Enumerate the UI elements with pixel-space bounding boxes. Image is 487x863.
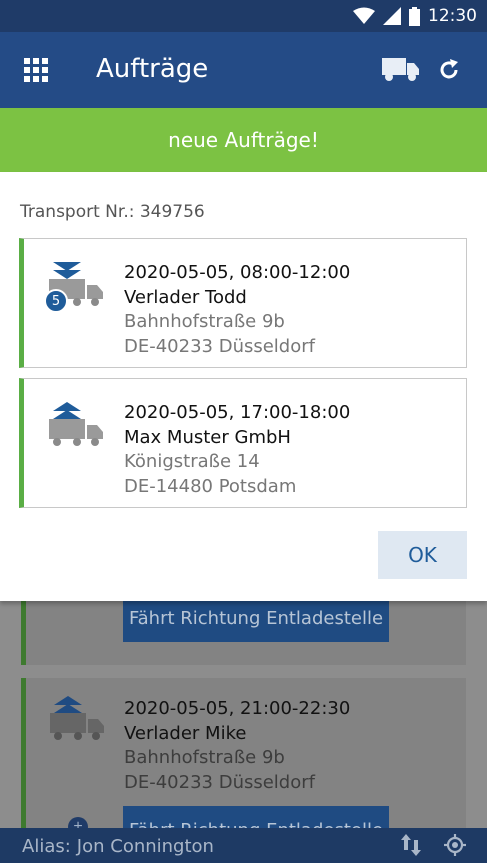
background-stop-details: 2020-05-05, 21:00-22:30 Verlader Mike Ba… [124,697,350,795]
drive-to-unload-button[interactable]: Fährt Richtung Entladestelle [123,594,389,642]
stop-street: Bahnhofstraße 9b [124,747,285,768]
loading-truck-icon [50,696,104,740]
stop-details: 2020-05-05, 17:00-18:00 Max Muster GmbH … [124,401,350,499]
footer-bar: Alias: Jon Connington [0,828,487,863]
alias-display: Alias: Jon Connington [22,836,214,857]
alias-label: Alias: [22,836,71,857]
refresh-icon[interactable] [437,58,461,82]
truck-icon[interactable] [382,58,419,82]
battery-icon [409,6,420,26]
stop-city: DE-40233 Düsseldorf [124,335,315,357]
transport-number: Transport Nr.: 349756 [20,202,205,222]
wifi-icon [353,7,375,24]
stop-name: Verlader Todd [124,286,247,308]
stop-city: DE-14480 Potsdam [124,475,297,497]
page-title: Aufträge [96,54,209,84]
stop-time: 2020-05-05, 08:00-12:00 [124,262,351,283]
stop-name: Max Muster GmbH [124,426,291,448]
stop-details: 2020-05-05, 08:00-12:00 Verlader Todd Ba… [124,261,350,359]
stop-time: 2020-05-05, 21:00-22:30 [124,698,351,719]
app-bar: Aufträge [0,32,487,108]
stop-city: DE-40233 Düsseldorf [124,771,315,793]
status-icons: 12:30 [353,5,477,27]
new-orders-banner: neue Aufträge! [0,108,487,172]
location-icon[interactable] [444,834,466,856]
stop-card-load[interactable]: 2020-05-05, 17:00-18:00 Max Muster GmbH … [19,378,467,508]
stop-name: Verlader Mike [124,722,247,744]
stop-time: 2020-05-05, 17:00-18:00 [124,402,351,423]
new-orders-dialog: Transport Nr.: 349756 5 2020-05-05, 08:0… [0,172,487,601]
alias-name: Jon Connington [76,836,214,857]
stop-count-badge: 5 [44,289,68,313]
loading-truck-icon [49,402,103,446]
banner-text: neue Aufträge! [168,128,319,152]
grid-menu-icon[interactable] [24,58,48,82]
stop-street: Bahnhofstraße 9b [124,311,285,332]
stop-card-unload[interactable]: 5 2020-05-05, 08:00-12:00 Verlader Todd … [19,238,467,368]
sort-icon[interactable] [400,834,422,856]
signal-icon [383,7,401,25]
ok-button[interactable]: OK [378,531,467,579]
clock: 12:30 [428,6,477,26]
status-bar: 12:30 [0,0,487,32]
drive-to-unload-label: Fährt Richtung Entladestelle [128,607,384,629]
stop-street: Königstraße 14 [124,451,260,472]
